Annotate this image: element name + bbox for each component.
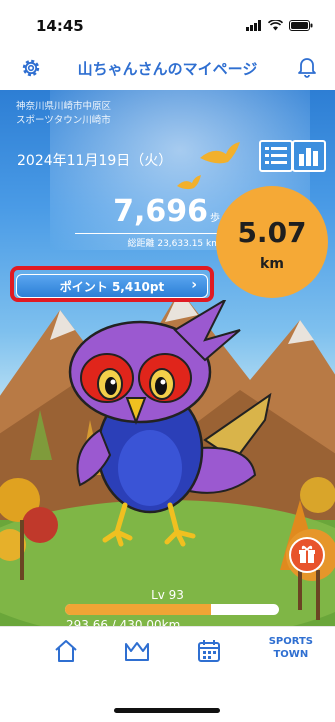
- sports-town-line-2: TOWN: [273, 649, 309, 660]
- mascot-bird-illustration: [68, 300, 272, 547]
- page-title: 山ちゃんさんのマイページ: [77, 60, 258, 78]
- bar-chart-icon: [299, 148, 318, 166]
- battery-icon: [289, 20, 313, 31]
- app-header: 山ちゃんさんのマイページ: [0, 48, 335, 90]
- status-time: 14:45: [36, 17, 84, 35]
- status-icons: [246, 20, 313, 31]
- points-label: ポイント 5,410pt: [59, 279, 165, 294]
- flying-bird-icon: [177, 175, 201, 190]
- calendar-icon[interactable]: [197, 639, 221, 663]
- sports-town-line-1: SPORTS: [268, 636, 313, 647]
- today-distance-value: 5.07: [237, 216, 307, 249]
- total-distance: 総距離 23,633.15 km: [127, 239, 220, 249]
- home-indicator: [114, 708, 220, 713]
- home-icon[interactable]: [53, 639, 79, 663]
- level-progress-fill: [65, 604, 212, 615]
- location-line-1: 神奈川県川崎市中原区: [16, 101, 112, 112]
- date-label: 2024年11月19日（火）: [17, 153, 173, 169]
- chevron-right-icon: ›: [191, 277, 197, 293]
- flying-bird-icon: [200, 142, 240, 164]
- steps-divider: [75, 233, 220, 234]
- status-bar: 14:45: [0, 0, 335, 48]
- location-text: 神奈川県川崎市中原区 スポーツタウン川崎市: [16, 100, 111, 128]
- crown-icon[interactable]: [123, 639, 151, 663]
- wifi-icon: [268, 20, 283, 31]
- bottom-nav: SPORTS TOWN: [0, 626, 335, 687]
- bell-icon[interactable]: [297, 56, 317, 78]
- signal-icon: [246, 20, 261, 31]
- gift-button[interactable]: [289, 537, 325, 573]
- level-label: Lv 93: [151, 588, 184, 602]
- level-progress-bar: [65, 604, 279, 615]
- gift-icon: [299, 545, 315, 563]
- points-button[interactable]: ポイント 5,410pt ›: [16, 274, 208, 298]
- list-view-button[interactable]: [259, 140, 293, 172]
- list-icon: [265, 147, 287, 164]
- level-progress-text: 293.66 / 430.00km: [66, 618, 181, 626]
- step-count-value: 7,696: [113, 194, 208, 229]
- mypage-scene: 神奈川県川崎市中原区 スポーツタウン川崎市 2024年11月19日（火） 7,6…: [0, 90, 335, 626]
- chart-view-button[interactable]: [292, 140, 326, 172]
- step-count: 7,696 歩: [60, 194, 220, 229]
- location-line-2: スポーツタウン川崎市: [16, 115, 111, 126]
- sports-town-logo[interactable]: SPORTS TOWN: [269, 635, 313, 661]
